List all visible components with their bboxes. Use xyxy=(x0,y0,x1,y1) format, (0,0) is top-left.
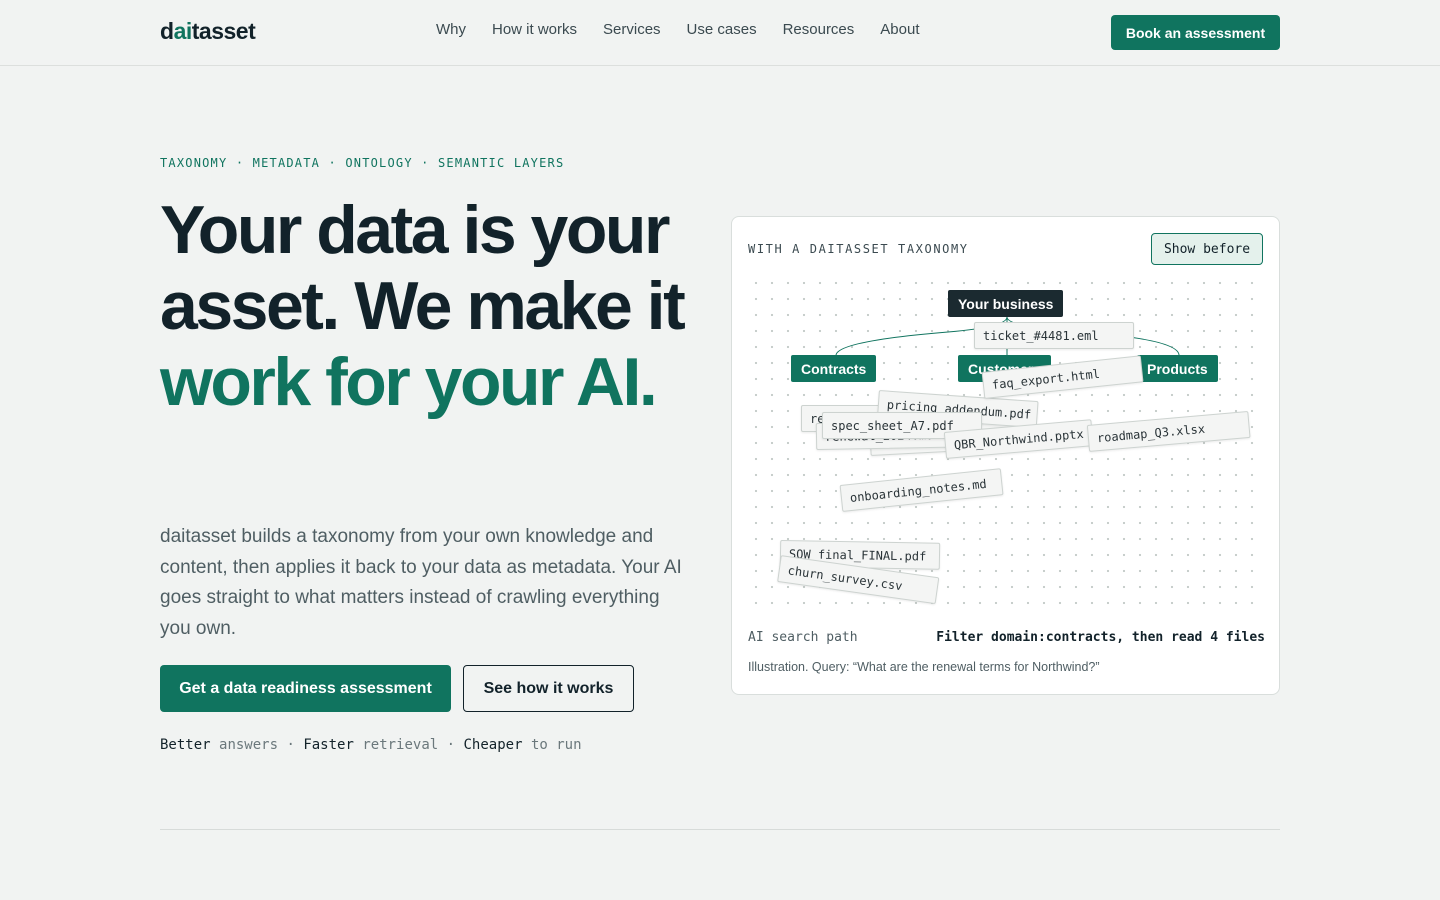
root-node: Your business xyxy=(948,290,1064,317)
brand-logo[interactable]: daitasset xyxy=(160,18,256,45)
card-label: WITH A DAITASSET TAXONOMY xyxy=(748,242,969,256)
readiness-assessment-button[interactable]: Get a data readiness assessment xyxy=(160,665,451,712)
benefit-muted: retrieval xyxy=(362,737,439,753)
nav-link-why[interactable]: Why xyxy=(436,21,466,38)
category-node-contracts: Contracts xyxy=(791,355,877,382)
search-path-label: AI search path xyxy=(748,630,858,645)
book-assessment-button[interactable]: Book an assessment xyxy=(1111,15,1280,50)
nav-link-use-cases[interactable]: Use cases xyxy=(687,21,757,38)
benefit-strong: Cheaper xyxy=(463,737,523,753)
nav-links: Why How it works Services Use cases Reso… xyxy=(436,21,919,38)
benefit-muted: to run xyxy=(530,737,582,753)
nav-link-about[interactable]: About xyxy=(880,21,919,38)
taxonomy-diagram: Your business Contracts Customers Produc… xyxy=(748,275,1265,607)
benefit-muted: answers xyxy=(219,737,279,753)
nav-link-resources[interactable]: Resources xyxy=(783,21,855,38)
headline-plain: Your data is your asset. We make it xyxy=(160,192,686,344)
hero-headline: Your data is your asset. We make it work… xyxy=(160,192,700,420)
section-divider xyxy=(160,829,1280,830)
benefit-separator: · xyxy=(438,737,464,753)
benefits-row: Better answers · Faster retrieval · Chea… xyxy=(160,737,582,753)
logo-accent: ai xyxy=(173,18,193,44)
ai-search-path: AI search path Filter domain:contracts, … xyxy=(748,630,1265,645)
top-nav: daitasset Why How it works Services Use … xyxy=(0,0,1440,66)
search-path-value: Filter domain:contracts, then read 4 fil… xyxy=(936,630,1265,645)
illustration-caption: Illustration. Query: “What are the renew… xyxy=(748,660,1100,674)
logo-suffix: tasset xyxy=(191,18,256,44)
file-chip: ticket_#4481.eml xyxy=(974,322,1134,349)
see-how-it-works-button[interactable]: See how it works xyxy=(463,665,634,712)
nav-link-how-it-works[interactable]: How it works xyxy=(492,21,577,38)
benefit-separator: · xyxy=(278,737,304,753)
show-before-toggle[interactable]: Show before xyxy=(1151,233,1263,265)
headline-highlight: work for your AI. xyxy=(160,344,658,420)
category-node-products: Products xyxy=(1137,355,1218,382)
taxonomy-illustration-card: WITH A DAITASSET TAXONOMY Show before Yo… xyxy=(731,216,1280,695)
hero-eyebrow: TAXONOMY · METADATA · ONTOLOGY · SEMANTI… xyxy=(160,156,565,170)
logo-prefix: d xyxy=(160,18,174,44)
hero-lead: daitasset builds a taxonomy from your ow… xyxy=(160,526,682,639)
benefit-strong: Better xyxy=(160,737,211,753)
benefit-strong: Faster xyxy=(303,737,354,753)
nav-link-services[interactable]: Services xyxy=(603,21,661,38)
